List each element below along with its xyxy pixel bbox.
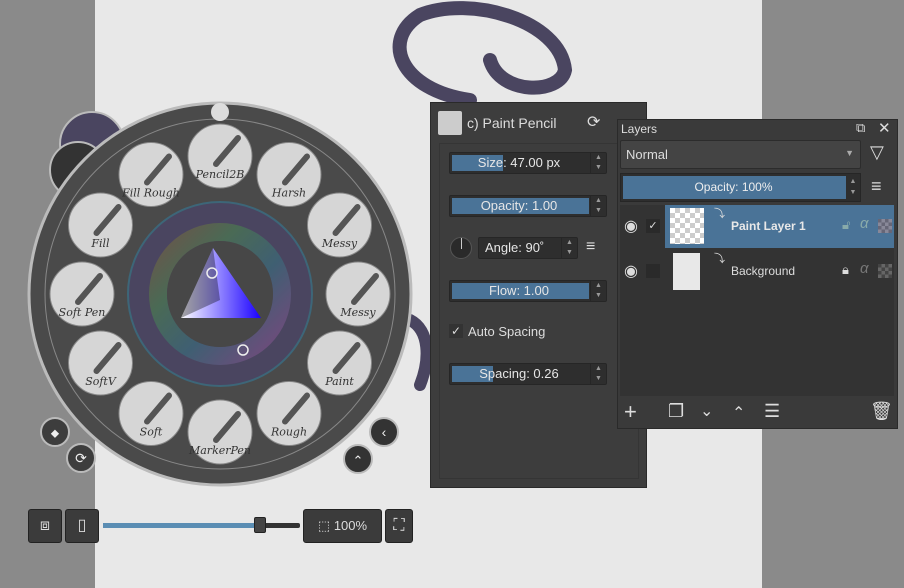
- layer-opacity-slider[interactable]: Opacity: 100% ▲ ▼: [620, 173, 861, 202]
- angle-spinbox[interactable]: Angle: 90˚ ▲ ▼: [478, 237, 578, 259]
- brush-preset-fill[interactable]: Fill: [67, 192, 133, 258]
- brush-preset-markerpen[interactable]: MarkerPen: [187, 399, 253, 465]
- layer-list: ◉ ✓ ⤵ Paint Layer 1 🔓︎ α ◉ ⤵ Background …: [620, 205, 894, 396]
- layer-row-paint-layer-1[interactable]: ◉ ✓ ⤵ Paint Layer 1 🔓︎ α: [620, 205, 894, 248]
- brush-label: SoftV: [85, 375, 117, 388]
- fit-to-page-button[interactable]: ⛶: [385, 509, 413, 543]
- close-docker-icon[interactable]: ✕: [878, 119, 891, 137]
- brush-label: Pencil2B: [195, 168, 245, 181]
- auto-spacing-label: Auto Spacing: [468, 324, 546, 339]
- duplicate-layer-icon[interactable]: ❐: [668, 401, 684, 422]
- layer-options-menu-icon[interactable]: ≡: [871, 176, 882, 197]
- svg-text:⟳: ⟳: [75, 450, 87, 466]
- tag-button[interactable]: ⬥: [40, 417, 70, 447]
- palette-drag-handle[interactable]: [211, 103, 229, 121]
- brush-label: Rough: [270, 426, 307, 439]
- layer-row-background[interactable]: ◉ ⤵ Background 🔒︎ α: [620, 250, 894, 293]
- visibility-eye-icon[interactable]: ◉: [624, 261, 638, 281]
- zoom-reset-button[interactable]: ⬚ 100%: [303, 509, 382, 543]
- brush-label: Fill: [90, 237, 110, 250]
- previous-button[interactable]: ‹: [369, 417, 399, 447]
- visibility-eye-icon[interactable]: ◉: [624, 216, 638, 236]
- brush-label: Fill Rough: [121, 186, 180, 199]
- inherit-alpha-icon[interactable]: [878, 219, 892, 233]
- alpha-lock-icon[interactable]: α: [860, 260, 869, 277]
- refresh-button[interactable]: ⟳: [66, 443, 96, 473]
- layer-name: Background: [731, 264, 796, 278]
- layer-thumbnail: [670, 208, 704, 244]
- popup-palette[interactable]: Pencil2B Harsh Messy Messy Paint Rough MarkerP…: [0, 0, 440, 500]
- brush-editor-panel: c) Paint Pencil ⟳ Size: 47.00 px ▲ ▼ Opaci…: [430, 102, 647, 488]
- brush-label: Soft Pen: [59, 306, 106, 319]
- move-layer-down-icon[interactable]: ⌄: [700, 401, 713, 421]
- float-docker-icon[interactable]: ⧉: [856, 120, 865, 136]
- brush-preset-messy[interactable]: Messy: [307, 192, 373, 258]
- opacity-slider[interactable]: Opacity: 1.00 ▲ ▼: [449, 195, 607, 217]
- svg-text:⌃: ⌃: [353, 453, 364, 468]
- zoom-slider[interactable]: [103, 517, 300, 533]
- brush-preset-rough[interactable]: Rough: [256, 381, 322, 447]
- filter-icon[interactable]: ▽: [870, 142, 884, 163]
- brush-preset-thumbnail[interactable]: [438, 111, 462, 135]
- brush-preset-fill-rough[interactable]: Fill Rough: [118, 141, 184, 207]
- angle-options-menu-icon[interactable]: ≡: [586, 238, 595, 256]
- fit-icon: ⬚: [317, 518, 334, 533]
- lock-icon[interactable]: 🔒︎: [842, 262, 849, 278]
- brush-label: MarkerPen: [188, 444, 251, 457]
- layer-checkbox[interactable]: ✓: [646, 219, 660, 233]
- layer-name: Paint Layer 1: [731, 219, 806, 233]
- move-layer-up-icon[interactable]: ⌃: [732, 403, 745, 423]
- blend-mode-value: Normal: [626, 147, 668, 162]
- brush-preset-pencil2b[interactable]: Pencil2B: [187, 123, 253, 189]
- blend-mode-select[interactable]: Normal ▼: [620, 140, 861, 169]
- brush-label: Harsh: [271, 186, 306, 199]
- svg-text:⬥: ⬥: [51, 426, 60, 440]
- mirror-view-button[interactable]: ⧈: [28, 509, 62, 543]
- canvas-only-button[interactable]: ▯: [65, 509, 99, 543]
- brush-preset-name: c) Paint Pencil: [467, 115, 557, 131]
- layer-properties-icon[interactable]: ☰: [764, 401, 780, 422]
- brush-preset-messy[interactable]: Messy: [325, 261, 391, 327]
- brush-label: Soft: [140, 426, 163, 439]
- layer-checkbox[interactable]: [646, 264, 660, 278]
- flow-slider[interactable]: Flow: 1.00 ▲ ▼: [449, 280, 607, 302]
- brush-preset-paint[interactable]: Paint: [307, 330, 373, 396]
- layers-title: Layers: [621, 122, 658, 136]
- zoom-value: 100%: [333, 518, 368, 533]
- spacing-slider[interactable]: Spacing: 0.26 ▲ ▼: [449, 363, 607, 385]
- brush-preset-softv[interactable]: SoftV: [67, 330, 133, 396]
- add-layer-icon[interactable]: +: [624, 399, 637, 425]
- layers-docker: Layers ⧉ ✕ Normal ▼ ▽ Opacity: 100% ▲ ▼ ≡…: [617, 119, 898, 429]
- brush-preset-soft-pen[interactable]: Soft Pen: [49, 261, 115, 327]
- layer-thumbnail: [673, 253, 700, 290]
- auto-spacing-checkbox[interactable]: ✓: [449, 324, 463, 338]
- zoom-slider-handle[interactable]: [254, 517, 266, 533]
- brush-label: Messy: [339, 306, 376, 319]
- alpha-lock-icon[interactable]: α: [860, 215, 869, 232]
- inherit-alpha-icon[interactable]: [878, 264, 892, 278]
- delete-layer-icon[interactable]: 🗑︎: [870, 401, 893, 422]
- angle-dial[interactable]: [450, 237, 472, 259]
- brush-preset-soft[interactable]: Soft: [118, 381, 184, 447]
- brush-preset-harsh[interactable]: Harsh: [256, 141, 322, 207]
- collapse-button[interactable]: ⌃: [343, 444, 373, 474]
- brush-label: Messy: [321, 237, 358, 250]
- reload-preset-icon[interactable]: ⟳: [587, 112, 600, 132]
- unlock-icon[interactable]: 🔓︎: [842, 217, 850, 233]
- brush-label: Paint: [324, 375, 354, 388]
- chevron-down-icon: ▼: [845, 148, 854, 158]
- svg-text:‹: ‹: [382, 424, 387, 440]
- size-slider[interactable]: Size: 47.00 px ▲ ▼: [449, 152, 607, 174]
